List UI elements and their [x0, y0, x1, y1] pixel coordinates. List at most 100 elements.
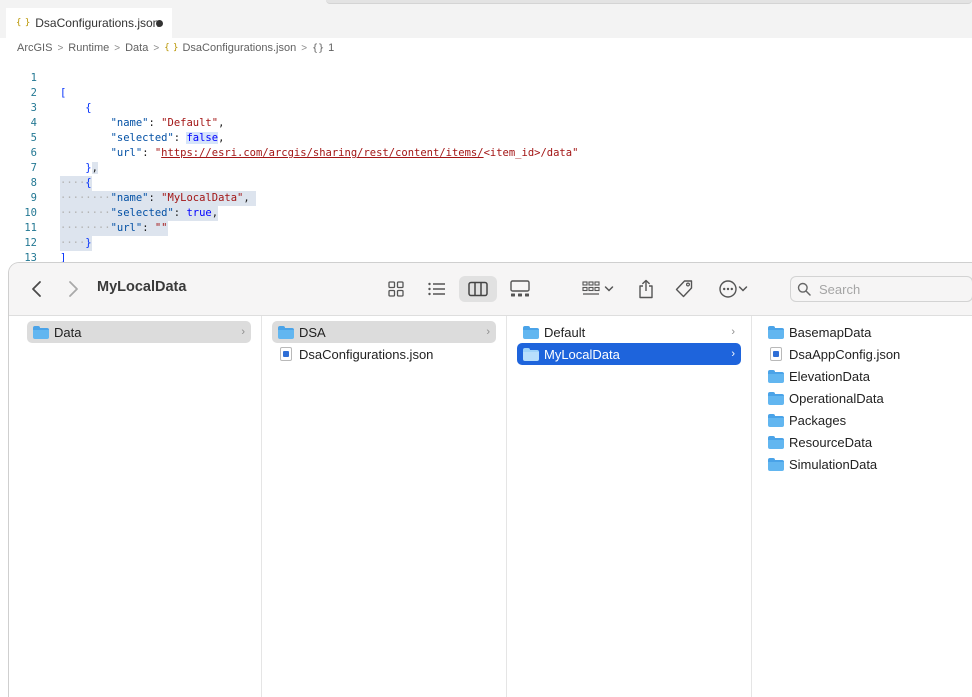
folder-icon [768, 435, 784, 449]
share-button[interactable] [633, 276, 659, 302]
list-view-button[interactable] [423, 276, 451, 302]
folder-icon [523, 325, 539, 339]
chevron-down-icon [604, 286, 614, 292]
list-item[interactable]: Packages [762, 409, 962, 431]
chevron-down-icon [738, 286, 748, 292]
code-line: 6 }, [0, 131, 972, 174]
code-line: 5 "url": "https://esri.com/arcgis/sharin… [0, 116, 972, 159]
list-item[interactable]: Data › [27, 321, 251, 343]
editor-tab-bar: { } DsaConfigurations.json [0, 0, 972, 38]
item-label: Default [544, 324, 586, 340]
ellipsis-circle-icon [719, 280, 737, 298]
finder-window: MyLocalData Search Data › DSA › DsaConfi… [8, 262, 972, 697]
code-line: 8 ········"name": "MyLocalData", [0, 161, 972, 206]
folder-icon [33, 325, 49, 339]
column-2[interactable]: DSA › DsaConfigurations.json [262, 316, 507, 697]
code-line: 10 ········"url": "" [0, 191, 972, 236]
breadcrumb-item[interactable]: Data [125, 42, 148, 54]
tab-label: DsaConfigurations.json [35, 16, 160, 30]
breadcrumb-item[interactable]: 1 [328, 42, 334, 54]
folder-icon [768, 391, 784, 405]
column-1[interactable]: Data › [9, 316, 262, 697]
item-label: ElevationData [789, 368, 870, 384]
list-item[interactable]: OperationalData [762, 387, 962, 409]
chevron-right-icon: > [57, 42, 64, 54]
tab-dsaconfigurations-json[interactable]: { } DsaConfigurations.json [6, 8, 172, 38]
list-item[interactable]: MyLocalData › [517, 343, 741, 365]
item-label: Packages [789, 412, 847, 428]
grid-icon [388, 281, 404, 297]
folder-icon [523, 347, 539, 361]
list-item[interactable]: SimulationData [762, 453, 962, 475]
code-line: 3 "name": "Default", [0, 86, 972, 129]
json-file-icon: { } [164, 43, 178, 53]
list-item[interactable]: ResourceData [762, 431, 962, 453]
chevron-right-icon: › [486, 326, 490, 338]
folder-icon [768, 325, 784, 339]
folder-icon [768, 369, 784, 383]
tag-icon [675, 280, 693, 298]
folder-icon [278, 325, 294, 339]
code-line: 12 ] [0, 221, 972, 264]
breadcrumb-item[interactable]: ArcGIS [17, 42, 52, 54]
group-grid-icon [582, 281, 600, 295]
code-line: 7 ····{ [0, 146, 972, 191]
search-icon [797, 282, 811, 296]
item-label: OperationalData [789, 390, 884, 406]
window-strip [326, 0, 972, 4]
code-line: 13 [0, 236, 972, 264]
column-3[interactable]: Default › MyLocalData › [507, 316, 752, 697]
code-area[interactable]: 1 [ 2 { 3 "name": "Default", 4 "selected… [0, 56, 972, 264]
column-4[interactable]: BasemapData DsaAppConfig.json ElevationD… [752, 316, 972, 697]
list-icon [428, 282, 445, 296]
item-label: DsaAppConfig.json [789, 346, 901, 362]
gallery-icon [510, 280, 530, 297]
forward-button[interactable] [62, 278, 84, 300]
json-file-icon: { } [16, 18, 30, 28]
search-placeholder: Search [819, 281, 861, 297]
code-line: 2 { [0, 71, 972, 114]
code-line: 11 ····} [0, 206, 972, 251]
list-item[interactable]: ElevationData [762, 365, 962, 387]
column-view-button[interactable] [459, 276, 497, 302]
unsaved-dot-icon[interactable] [156, 20, 163, 27]
back-button[interactable] [26, 278, 48, 300]
json-file-icon [280, 347, 292, 361]
chevron-right-icon: › [731, 348, 735, 360]
breadcrumb-item[interactable]: DsaConfigurations.json [182, 42, 296, 54]
chevron-left-icon [32, 281, 41, 297]
search-field[interactable]: Search [790, 276, 972, 302]
gallery-view-button[interactable] [507, 276, 533, 302]
item-label: MyLocalData [544, 346, 620, 362]
item-label: ResourceData [789, 434, 873, 450]
group-by-button[interactable] [577, 276, 619, 302]
item-label: Data [54, 324, 82, 340]
item-label: DSA [299, 324, 326, 340]
chevron-right-icon: › [731, 326, 735, 338]
tags-button[interactable] [671, 276, 697, 302]
list-item[interactable]: BasemapData [762, 321, 962, 343]
folder-icon [768, 413, 784, 427]
list-item[interactable]: Default › [517, 321, 741, 343]
chevron-right-icon [69, 281, 78, 297]
breadcrumb-item[interactable]: Runtime [68, 42, 109, 54]
item-label: DsaConfigurations.json [299, 346, 434, 362]
chevron-right-icon: > [153, 42, 160, 54]
code-line: 1 [ [0, 56, 972, 99]
folder-icon [768, 457, 784, 471]
window-title: MyLocalData [97, 279, 187, 295]
chevron-right-icon: > [114, 42, 121, 54]
list-item[interactable]: DSA › [272, 321, 496, 343]
breadcrumb: ArcGIS > Runtime > Data > { } DsaConfigu… [17, 40, 334, 56]
json-file-icon [770, 347, 782, 361]
list-item[interactable]: DsaConfigurations.json [272, 343, 496, 365]
share-icon [639, 279, 653, 299]
code-line: 4 "selected": false, [0, 101, 972, 144]
more-actions-button[interactable] [713, 276, 753, 302]
item-label: BasemapData [789, 324, 872, 340]
chevron-right-icon: > [301, 42, 308, 54]
code-line: 9 ········"selected": true, [0, 176, 972, 221]
list-item[interactable]: DsaAppConfig.json [762, 343, 962, 365]
icon-view-button[interactable] [383, 276, 409, 302]
object-brace-icon: {} [312, 42, 325, 54]
